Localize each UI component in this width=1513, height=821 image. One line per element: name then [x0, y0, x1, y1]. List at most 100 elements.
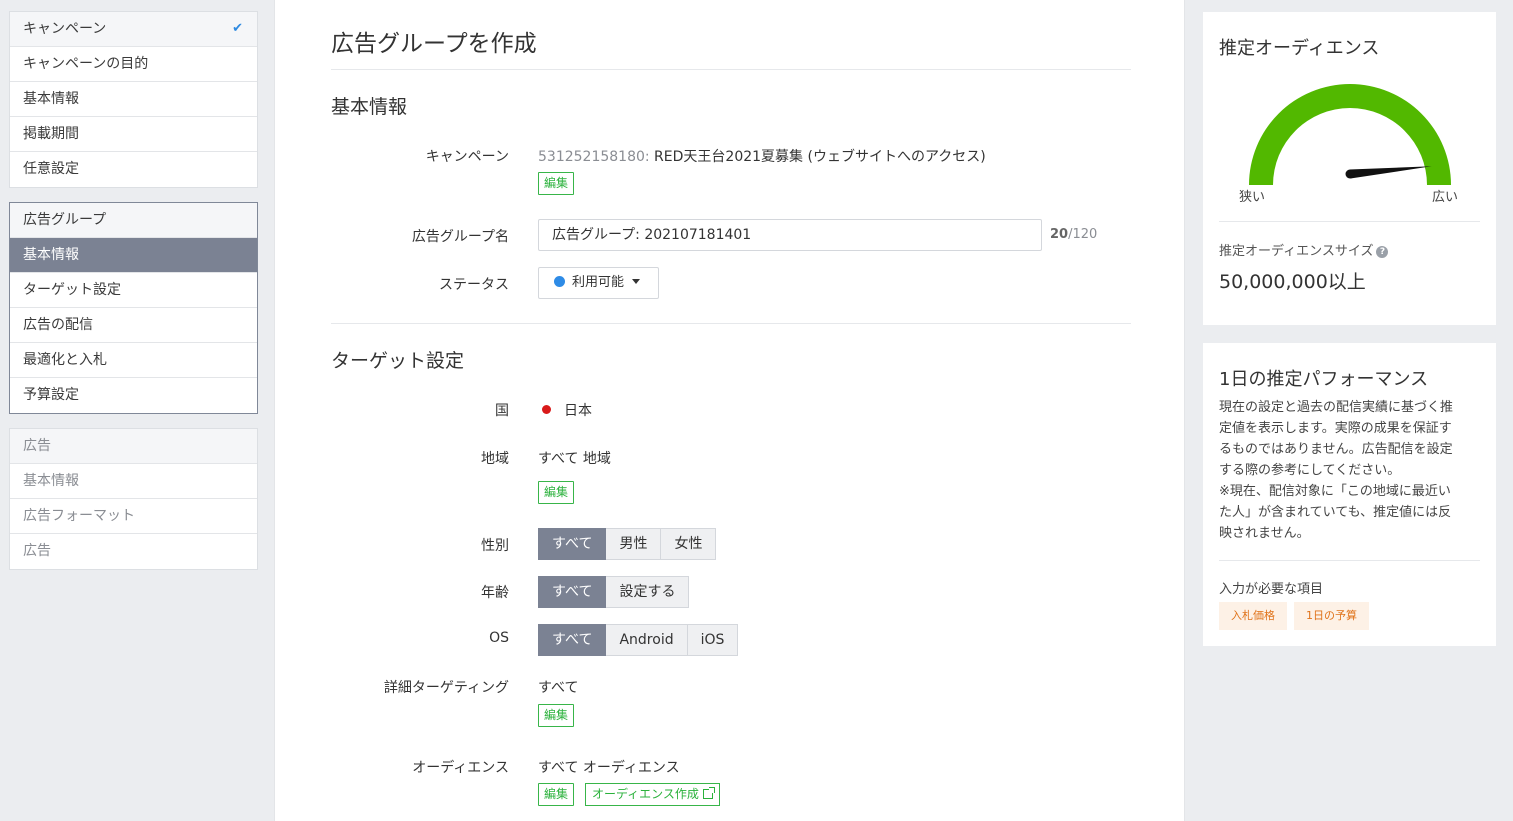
check-icon: ✔ — [232, 21, 243, 36]
campaign-value: 531252158180: RED天王台2021夏募集 (ウェブサイトへのアクセ… — [538, 146, 986, 166]
nav-item-label: 最適化と入札 — [23, 352, 107, 368]
nav-item-adgroup[interactable]: 広告グループ — [10, 203, 257, 238]
status-value: 利用可能 — [572, 275, 625, 290]
nav-item-label: 広告 — [23, 438, 51, 454]
japan-flag-icon — [542, 405, 551, 414]
audience-size-label: 推定オーディエンスサイズ? — [1219, 240, 1389, 259]
nav-item-ad: 広告 — [10, 429, 257, 464]
campaign-name: RED天王台2021夏募集 (ウェブサイトへのアクセス) — [649, 149, 986, 165]
performance-panel: 1日の推定パフォーマンス 現在の設定と過去の配信実績に基づく推 定値を表示します… — [1203, 343, 1496, 646]
nav-item-ad-format: 広告フォーマット — [10, 499, 257, 534]
audience-size-label-text: 推定オーディエンスサイズ — [1219, 244, 1374, 259]
required-label: 入力が必要な項目 — [1219, 582, 1324, 597]
divider — [331, 69, 1131, 70]
gauge-wide-label: 広い — [1432, 190, 1459, 205]
gender-all-button[interactable]: すべて — [538, 528, 607, 560]
age-all-button[interactable]: すべて — [538, 576, 607, 608]
os-toggle: すべて Android iOS — [538, 624, 739, 656]
campaign-label: キャンペーン — [425, 149, 509, 165]
os-android-button[interactable]: Android — [606, 624, 688, 656]
adgroup-name-label: 広告グループ名 — [411, 229, 509, 245]
nav-item-label: 広告 — [23, 543, 51, 559]
nav-item-adgroup-bidding[interactable]: 最適化と入札 — [10, 343, 257, 378]
os-ios-button[interactable]: iOS — [687, 624, 739, 656]
status-label: ステータス — [439, 277, 509, 293]
nav-item-label: 広告フォーマット — [23, 508, 135, 524]
gender-toggle: すべて 男性 女性 — [538, 528, 717, 560]
section-title-basic: 基本情報 — [331, 96, 408, 118]
nav-item-label: キャンペーンの目的 — [23, 56, 149, 72]
description-line: 映されません。 — [1219, 526, 1310, 541]
nav-item-campaign-objective[interactable]: キャンペーンの目的 — [10, 47, 257, 82]
create-audience-button[interactable]: オーディエンス作成 — [585, 783, 720, 806]
description-line: た人」が含まれていても、推定値には反 — [1219, 505, 1452, 520]
audience-value: すべて オーディエンス — [538, 760, 680, 776]
campaign-id: 531252158180: — [538, 149, 650, 165]
nav-campaign-group: キャンペーン ✔ キャンペーンの目的 基本情報 掲載期間 任意設定 — [9, 11, 258, 188]
nav-item-label: キャンペーン — [23, 21, 107, 37]
region-label: 地域 — [481, 451, 509, 467]
nav-item-adgroup-budget[interactable]: 予算設定 — [10, 378, 257, 413]
detail-targeting-label: 詳細ターゲティング — [383, 680, 509, 696]
page-title: 広告グループを作成 — [331, 31, 537, 57]
performance-panel-title: 1日の推定パフォーマンス — [1219, 369, 1429, 390]
age-toggle: すべて 設定する — [538, 576, 690, 608]
divider — [331, 323, 1131, 324]
description-line: 定値を表示します。実際の成果を保証す — [1219, 421, 1452, 436]
gender-female-button[interactable]: 女性 — [661, 528, 717, 560]
nav-item-campaign-period[interactable]: 掲載期間 — [10, 117, 257, 152]
audience-label: オーディエンス — [412, 760, 509, 776]
nav-ad-group: 広告 基本情報 広告フォーマット 広告 — [9, 428, 258, 570]
nav-item-ad-basic: 基本情報 — [10, 464, 257, 499]
nav-item-ad-ads: 広告 — [10, 534, 257, 569]
age-custom-button[interactable]: 設定する — [606, 576, 690, 608]
status-select[interactable]: 利用可能 — [538, 267, 659, 299]
description-line: ※現在、配信対象に「この地域に最近い — [1219, 484, 1451, 499]
country-value: 日本 — [538, 400, 592, 420]
performance-description: 現在の設定と過去の配信実績に基づく推 定値を表示します。実際の成果を保証す るも… — [1219, 397, 1479, 544]
nav-item-label: 広告の配信 — [23, 317, 93, 333]
help-icon[interactable]: ? — [1376, 246, 1389, 258]
gender-male-button[interactable]: 男性 — [606, 528, 662, 560]
required-budget-tag: 1日の予算 — [1294, 602, 1369, 630]
region-value: すべて 地域 — [538, 451, 611, 467]
audience-panel-title: 推定オーディエンス — [1219, 38, 1380, 59]
edit-region-button[interactable]: 編集 — [538, 481, 575, 504]
audience-panel: 推定オーディエンス 狭い 広い 推定オーディエンスサイズ? 50,000,000… — [1203, 12, 1496, 325]
nav-item-adgroup-targeting[interactable]: ターゲット設定 — [10, 273, 257, 308]
name-count: 20 — [1050, 227, 1069, 242]
detail-targeting-value: すべて — [538, 680, 579, 696]
nav-item-label: 広告グループ — [23, 212, 107, 228]
divider — [1219, 221, 1480, 222]
edit-detail-targeting-button[interactable]: 編集 — [538, 704, 575, 727]
nav-item-label: 任意設定 — [23, 161, 79, 177]
edit-campaign-button[interactable]: 編集 — [538, 172, 575, 195]
nav-item-adgroup-basic[interactable]: 基本情報 — [10, 238, 257, 273]
nav-item-label: 基本情報 — [23, 473, 79, 489]
age-label: 年齢 — [481, 585, 509, 601]
country-name: 日本 — [564, 403, 592, 419]
edit-audience-button[interactable]: 編集 — [538, 783, 575, 806]
nav-item-campaign[interactable]: キャンペーン ✔ — [10, 12, 257, 47]
required-bid-tag: 入札価格 — [1219, 602, 1287, 630]
nav-item-adgroup-delivery[interactable]: 広告の配信 — [10, 308, 257, 343]
adgroup-name-input[interactable]: 広告グループ: 202107181401 — [538, 219, 1042, 251]
external-link-icon — [702, 787, 715, 799]
status-dot-icon — [554, 276, 565, 287]
gauge-narrow-label: 狭い — [1239, 190, 1266, 205]
nav-item-label: 基本情報 — [23, 247, 79, 263]
nav-item-campaign-optional[interactable]: 任意設定 — [10, 152, 257, 187]
divider — [1219, 560, 1480, 561]
caret-down-icon — [632, 279, 641, 284]
main-form: 広告グループを作成 基本情報 キャンペーン 531252158180: RED天… — [274, 0, 1185, 821]
country-label: 国 — [495, 403, 509, 419]
os-all-button[interactable]: すべて — [538, 624, 607, 656]
nav-item-label: 予算設定 — [23, 387, 79, 403]
description-line: する際の参考にしてください。 — [1219, 463, 1401, 478]
nav-item-label: 基本情報 — [23, 91, 79, 107]
section-title-target: ターゲット設定 — [331, 350, 465, 372]
name-max: /120 — [1068, 227, 1098, 242]
name-counter: 20/120 — [1050, 227, 1097, 242]
nav-item-campaign-basic[interactable]: 基本情報 — [10, 82, 257, 117]
create-audience-label: オーディエンス作成 — [592, 787, 699, 801]
